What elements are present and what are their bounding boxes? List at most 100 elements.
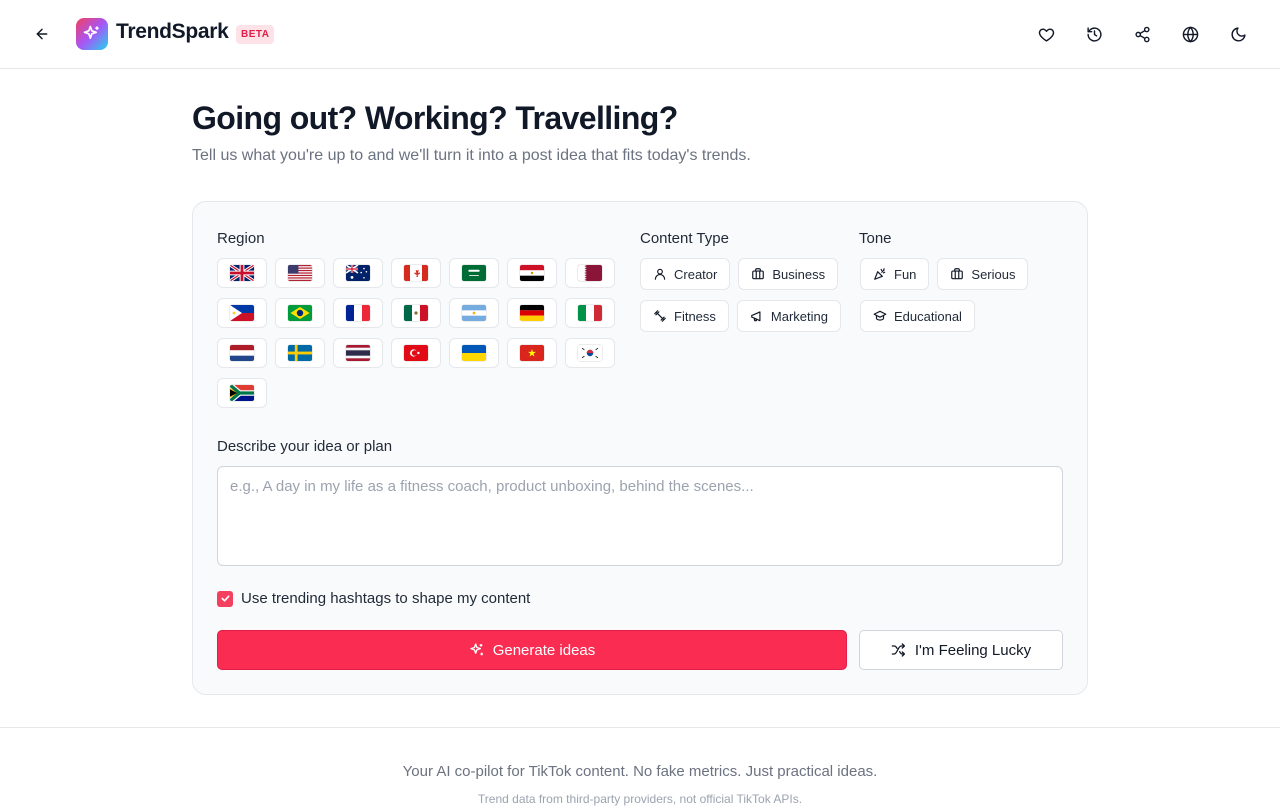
logo — [76, 18, 108, 50]
region-flag-eg[interactable] — [507, 258, 557, 288]
flag-kr-icon — [578, 345, 602, 361]
flag-se-icon — [288, 345, 312, 361]
hashtags-checkbox[interactable] — [217, 590, 233, 607]
region-flag-au[interactable] — [333, 258, 383, 288]
region-flag-ca[interactable] — [391, 258, 441, 288]
region-flag-se[interactable] — [275, 338, 325, 368]
flag-us-icon — [288, 265, 312, 281]
brand-name: TrendSpark — [116, 20, 229, 43]
flag-gb-icon — [230, 265, 254, 281]
footer-disclaimer: Trend data from third-party providers, n… — [477, 792, 803, 806]
region-flag-kr[interactable] — [565, 338, 615, 368]
sparkles-icon — [470, 643, 483, 656]
tone-fun-label: Fun — [894, 266, 917, 282]
flag-vn-icon — [520, 345, 544, 361]
flag-tr-icon — [404, 345, 428, 361]
tone-educational[interactable]: Educational — [860, 300, 975, 332]
share-icon — [1134, 26, 1150, 42]
content-type-options: Creator Business Fitness Marketing — [640, 258, 845, 332]
content-type-marketing-label: Marketing — [770, 308, 828, 324]
generate-ideas-button[interactable]: Generate ideas — [217, 630, 847, 670]
briefcase-icon — [752, 268, 765, 280]
flag-eg-icon — [520, 265, 544, 281]
content-type-label: Content Type — [640, 230, 729, 247]
flag-ar-icon — [462, 305, 486, 321]
hashtags-option[interactable]: Use trending hashtags to shape my conten… — [217, 590, 530, 607]
tone-label: Tone — [859, 230, 892, 247]
sparkles-icon — [83, 25, 99, 40]
region-flag-br[interactable] — [275, 298, 325, 328]
page-subtitle: Tell us what you're up to and we'll turn… — [192, 147, 751, 164]
flag-sa-icon — [462, 265, 486, 281]
region-flag-qa[interactable] — [565, 258, 615, 288]
back-button[interactable] — [26, 18, 58, 50]
flag-ca-icon — [404, 265, 428, 281]
region-flag-fr[interactable] — [333, 298, 383, 328]
region-flag-us[interactable] — [275, 258, 325, 288]
theme-toggle-button[interactable] — [1222, 18, 1254, 50]
share-button[interactable] — [1126, 18, 1158, 50]
page-footer: Your AI co-pilot for TikTok content. No … — [0, 727, 1280, 806]
tone-serious[interactable]: Serious — [937, 258, 1029, 290]
footer-tagline: Your AI co-pilot for TikTok content. No … — [402, 763, 878, 780]
region-label: Region — [217, 230, 265, 247]
region-flag-ua[interactable] — [449, 338, 499, 368]
hashtags-label: Use trending hashtags to shape my conten… — [241, 590, 531, 607]
flag-de-icon — [520, 305, 544, 321]
region-flag-ph[interactable] — [217, 298, 267, 328]
region-flag-sa[interactable] — [449, 258, 499, 288]
idea-form-card: Region Content Type Creator Business Fit… — [192, 201, 1088, 695]
heart-icon — [1038, 27, 1054, 42]
region-flag-tr[interactable] — [391, 338, 441, 368]
flag-au-icon — [346, 265, 370, 281]
party-popper-icon — [874, 268, 886, 280]
region-flag-za[interactable] — [217, 378, 267, 408]
flag-nl-icon — [230, 345, 254, 361]
region-flag-it[interactable] — [565, 298, 615, 328]
briefcase-icon — [951, 268, 964, 280]
region-flag-grid — [217, 258, 617, 408]
content-type-business[interactable]: Business — [738, 258, 839, 290]
user-icon — [654, 268, 666, 280]
region-flag-gb[interactable] — [217, 258, 267, 288]
tone-educational-label: Educational — [894, 308, 962, 324]
content-type-marketing[interactable]: Marketing — [736, 300, 841, 332]
globe-icon — [1182, 25, 1198, 43]
region-flag-ar[interactable] — [449, 298, 499, 328]
region-flag-mx[interactable] — [391, 298, 441, 328]
feeling-lucky-label: I'm Feeling Lucky — [914, 641, 1032, 659]
content-type-creator[interactable]: Creator — [640, 258, 731, 290]
flag-it-icon — [578, 305, 602, 321]
region-flag-de[interactable] — [507, 298, 557, 328]
region-flag-vn[interactable] — [507, 338, 557, 368]
tone-serious-label: Serious — [971, 266, 1016, 282]
content-type-fitness[interactable]: Fitness — [640, 300, 729, 332]
idea-textarea[interactable] — [217, 466, 1063, 566]
flag-fr-icon — [346, 305, 370, 321]
flag-ph-icon — [230, 305, 254, 321]
region-flag-nl[interactable] — [217, 338, 267, 368]
idea-label: Describe your idea or plan — [217, 438, 393, 455]
content-type-fitness-label: Fitness — [674, 308, 716, 324]
arrow-left-icon — [36, 28, 48, 40]
flag-th-icon — [346, 345, 370, 361]
flag-br-icon — [288, 305, 312, 321]
beta-badge: BETA — [236, 25, 275, 44]
content-type-business-label: Business — [772, 266, 826, 282]
favorites-button[interactable] — [1030, 18, 1062, 50]
moon-icon — [1231, 26, 1246, 41]
tone-fun[interactable]: Fun — [860, 258, 930, 290]
history-button[interactable] — [1078, 18, 1110, 50]
region-flag-th[interactable] — [333, 338, 383, 368]
language-button[interactable] — [1174, 18, 1206, 50]
feeling-lucky-button[interactable]: I'm Feeling Lucky — [859, 630, 1063, 670]
app-header: TrendSpark BETA — [0, 0, 1280, 69]
flag-qa-icon — [578, 265, 602, 281]
dumbbell-icon — [654, 310, 666, 322]
page-title: Going out? Working? Travelling? — [192, 100, 678, 136]
shuffle-icon — [891, 643, 905, 657]
graduation-cap-icon — [873, 310, 887, 321]
flag-mx-icon — [404, 305, 428, 321]
megaphone-icon — [751, 311, 761, 322]
history-icon — [1086, 26, 1102, 42]
